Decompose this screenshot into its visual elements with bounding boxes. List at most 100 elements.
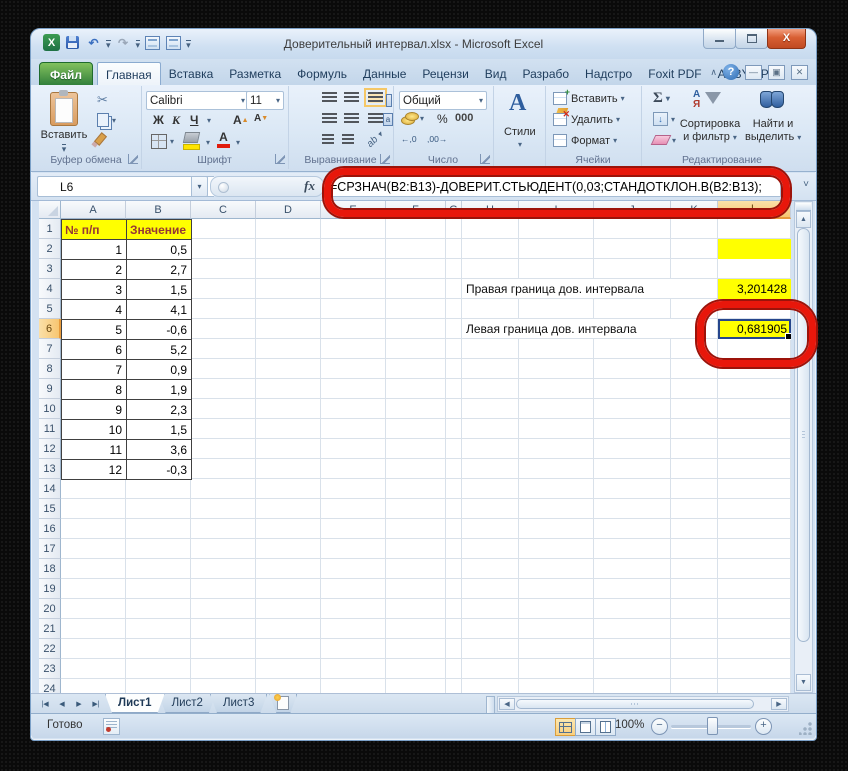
formula-input[interactable]: =СРЗНАЧ(B2:B13)-ДОВЕРИТ.СТЬЮДЕНТ(0,03;СТ… — [325, 176, 781, 197]
tab-file[interactable]: Файл — [39, 62, 93, 87]
collapse-ribbon-icon[interactable]: ∧ — [710, 67, 717, 78]
result-cell-L4[interactable]: 3,201428 — [718, 279, 791, 299]
fill-color-dropdown[interactable] — [206, 138, 210, 147]
row-header-9[interactable]: 9 — [39, 379, 61, 399]
row-header-23[interactable]: 23 — [39, 659, 61, 679]
name-box[interactable]: L6 — [37, 176, 214, 197]
vertical-scrollbar[interactable] — [794, 201, 813, 693]
row-header-5[interactable]: 5 — [39, 299, 61, 319]
formula-bar-spinner[interactable] — [778, 176, 792, 195]
font-name-select[interactable]: Calibri — [146, 91, 249, 110]
clear-button[interactable] — [653, 135, 676, 145]
name-box-dropdown[interactable] — [191, 176, 208, 197]
font-dialog-launcher[interactable] — [275, 154, 285, 164]
underline-button[interactable]: Ч — [190, 113, 198, 127]
cut-button[interactable]: ✂ — [97, 92, 108, 108]
row-header-7[interactable]: 7 — [39, 339, 61, 359]
scroll-down-button[interactable] — [796, 674, 811, 691]
scroll-up-button[interactable] — [796, 211, 811, 228]
find-select-label[interactable]: Найти ивыделить — [745, 118, 801, 144]
fill-button[interactable]: ↓ — [653, 112, 675, 126]
page-break-view-button[interactable] — [595, 718, 616, 736]
expand-formula-bar-icon[interactable]: ˅ — [803, 179, 809, 190]
scroll-left-button[interactable] — [499, 698, 515, 710]
vertical-scroll-thumb[interactable] — [797, 228, 810, 642]
paste-button[interactable]: Вставить — [37, 90, 91, 162]
italic-button[interactable]: К — [172, 113, 180, 128]
horizontal-scroll-thumb[interactable] — [516, 699, 754, 709]
cell-A7[interactable]: 6 — [62, 340, 127, 360]
column-header-F[interactable]: F — [386, 201, 446, 219]
clipboard-dialog-launcher[interactable] — [128, 154, 138, 164]
tab-Разметка[interactable]: Разметка — [221, 62, 289, 85]
cell-A12[interactable]: 11 — [62, 440, 127, 460]
sheet-tab-Лист1[interactable]: Лист1 — [105, 694, 165, 713]
column-header-L[interactable]: L — [718, 201, 791, 219]
zoom-out-button[interactable]: − — [651, 718, 668, 735]
column-header-C[interactable]: C — [191, 201, 256, 219]
fill-handle[interactable] — [785, 333, 791, 340]
borders-button[interactable] — [151, 134, 174, 149]
sort-filter-button[interactable]: АЯ — [693, 90, 723, 116]
cell-B6[interactable]: -0,6 — [127, 320, 192, 340]
normal-view-button[interactable] — [555, 718, 576, 736]
resize-grip[interactable] — [799, 722, 812, 735]
close-button[interactable]: X — [767, 29, 806, 49]
column-header-E[interactable]: E — [321, 201, 386, 219]
column-header-B[interactable]: B — [126, 201, 191, 219]
workbook-restore-button[interactable]: ▣ — [768, 65, 785, 80]
row-header-8[interactable]: 8 — [39, 359, 61, 379]
tab-Разрабо[interactable]: Разрабо — [515, 62, 578, 85]
cell-A3[interactable]: 2 — [62, 260, 127, 280]
row-header-3[interactable]: 3 — [39, 259, 61, 279]
row-header-15[interactable]: 15 — [39, 499, 61, 519]
sheet-tab-Лист2[interactable]: Лист2 — [159, 694, 216, 713]
format-painter-button[interactable] — [97, 133, 104, 145]
align-center-button[interactable] — [344, 113, 359, 124]
row-header-12[interactable]: 12 — [39, 439, 61, 459]
cell-A8[interactable]: 7 — [62, 360, 127, 380]
underline-dropdown[interactable] — [207, 116, 211, 125]
column-header-A[interactable]: A — [61, 201, 126, 219]
zoom-slider-handle[interactable] — [707, 717, 718, 735]
tab-split-handle[interactable] — [486, 696, 495, 714]
worksheet-grid[interactable]: ABCDEFGHIJKL1234567891011121314151617181… — [39, 201, 791, 693]
first-sheet-button[interactable]: |◀ — [37, 696, 53, 712]
insert-function-button[interactable]: fx — [304, 178, 315, 194]
last-sheet-button[interactable]: ▶| — [88, 696, 104, 712]
shrink-font-button[interactable]: А — [254, 113, 268, 124]
undo-button[interactable]: ↶ — [85, 35, 102, 51]
percent-style-button[interactable]: % — [437, 112, 448, 126]
column-header-H[interactable]: H — [462, 201, 519, 219]
help-icon[interactable]: ? — [723, 64, 739, 80]
wrap-text-button[interactable] — [386, 94, 392, 107]
delete-cells-button[interactable]: ✕Удалить — [553, 113, 620, 126]
comma-style-button[interactable]: 000 — [455, 112, 473, 124]
tab-Главная[interactable]: Главная — [97, 62, 161, 86]
minimize-button[interactable] — [703, 29, 736, 49]
format-cells-button[interactable]: Формат — [553, 134, 617, 147]
horizontal-scrollbar[interactable] — [497, 696, 789, 712]
row-header-17[interactable]: 17 — [39, 539, 61, 559]
cell-A10[interactable]: 9 — [62, 400, 127, 420]
insert-cells-button[interactable]: +Вставить — [553, 92, 625, 105]
sheet-tab-Лист3[interactable]: Лист3 — [210, 694, 267, 713]
merge-center-button[interactable]: a — [383, 113, 393, 126]
workbook-minimize-button[interactable]: — — [745, 65, 762, 80]
next-sheet-button[interactable] — [71, 696, 87, 712]
font-color-dropdown[interactable] — [236, 138, 240, 147]
number-format-select[interactable]: Общий — [399, 91, 487, 110]
insert-worksheet-button[interactable] — [269, 694, 297, 713]
redo-button[interactable]: ↷ — [115, 35, 132, 51]
restore-button[interactable] — [735, 29, 768, 49]
align-top-button[interactable] — [322, 92, 337, 103]
font-size-select[interactable]: 11 — [246, 91, 284, 110]
cell-B4[interactable]: 1,5 — [127, 280, 192, 300]
save-button[interactable] — [64, 35, 81, 51]
tab-Foxit PDF[interactable]: Foxit PDF — [640, 62, 709, 85]
tab-Формуль[interactable]: Формуль — [289, 62, 355, 85]
align-middle-button[interactable] — [344, 92, 359, 103]
decrease-decimal-button[interactable]: ,00→ — [427, 134, 447, 144]
row-header-18[interactable]: 18 — [39, 559, 61, 579]
row-header-14[interactable]: 14 — [39, 479, 61, 499]
